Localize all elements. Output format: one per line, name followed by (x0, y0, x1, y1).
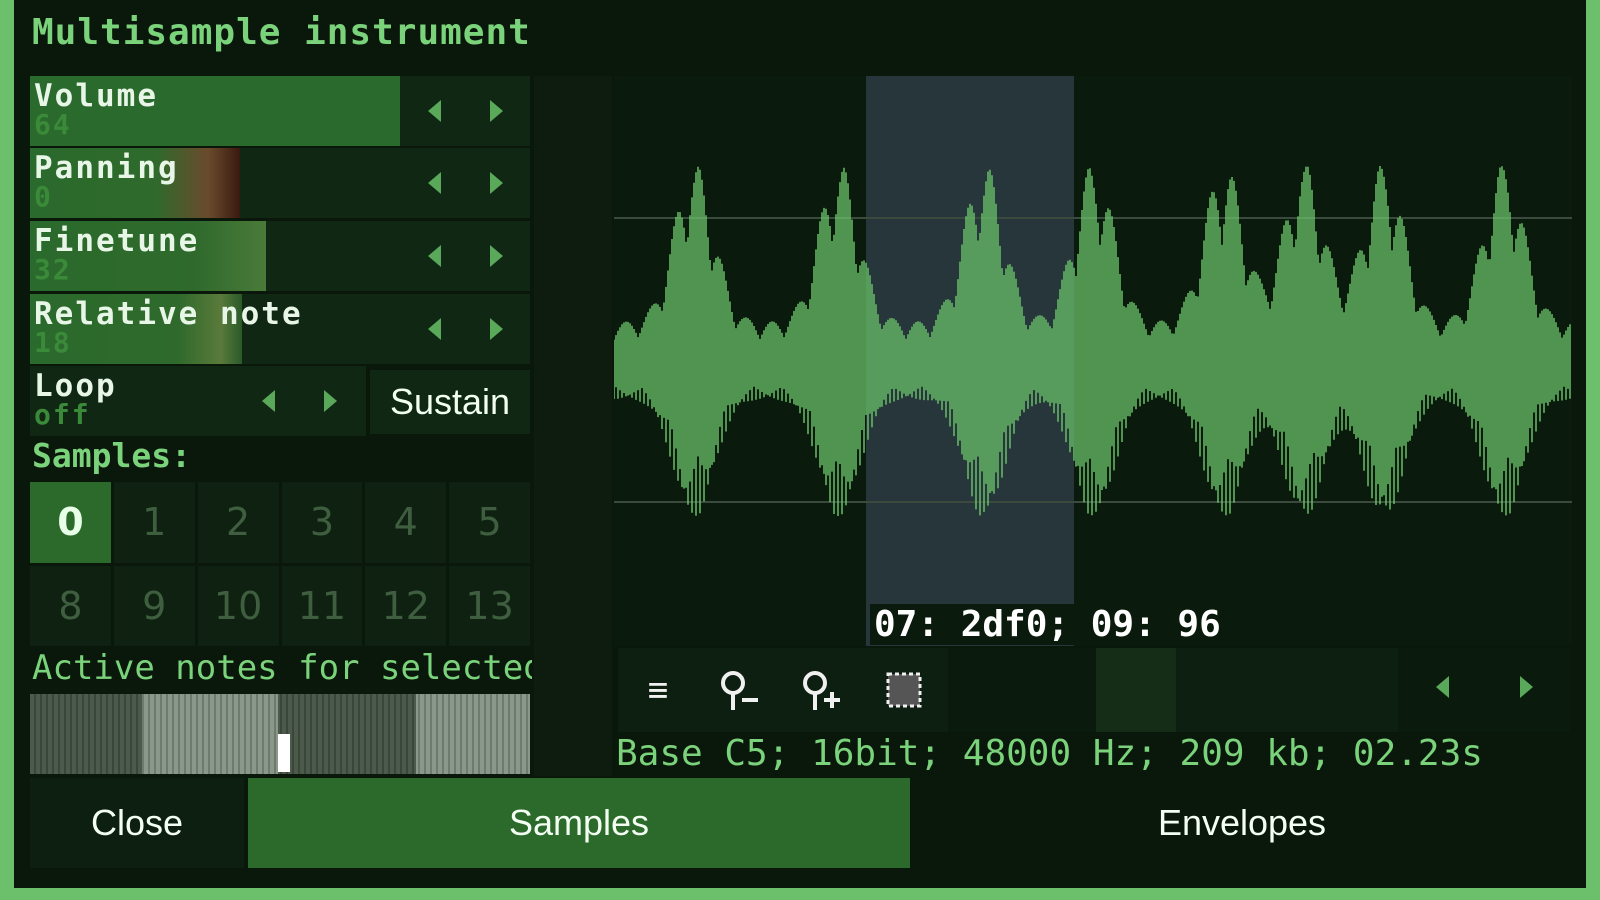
keyboard-cursor (278, 734, 290, 772)
zoom-in-icon[interactable] (794, 662, 850, 718)
finetune-value: 32 (34, 253, 72, 286)
zoom-out-icon[interactable] (712, 662, 768, 718)
tab-envelopes[interactable]: Envelopes (914, 778, 1570, 868)
samples-heading: Samples: (32, 436, 191, 475)
finetune-decrease-icon[interactable] (428, 245, 441, 267)
panning-control[interactable]: Panning 0 (30, 148, 530, 218)
bottom-tab-bar: Close Samples Envelopes (30, 778, 1570, 870)
scroll-right-icon[interactable] (1520, 676, 1533, 698)
samples-grid: 0 1 2 3 4 5 8 9 10 11 12 13 (30, 482, 530, 646)
sustain-button[interactable]: Sustain (370, 370, 530, 434)
sample-info-text: Base C5; 16bit; 48000 Hz; 209 kb; 02.23s (616, 733, 1483, 774)
loop-value: off (34, 398, 91, 431)
loop-increase-icon[interactable] (324, 390, 337, 412)
tab-samples[interactable]: Samples (248, 778, 910, 868)
relative-note-decrease-icon[interactable] (428, 318, 441, 340)
sample-slot-8[interactable]: 8 (30, 565, 111, 646)
volume-value: 64 (34, 108, 72, 141)
finetune-control[interactable]: Finetune 32 (30, 221, 530, 291)
panning-increase-icon[interactable] (490, 172, 503, 194)
scroll-thumb[interactable] (1096, 648, 1176, 732)
select-all-icon[interactable] (876, 662, 932, 718)
panning-decrease-icon[interactable] (428, 172, 441, 194)
sample-slot-5[interactable]: 5 (449, 482, 530, 563)
sample-slot-11[interactable]: 11 (281, 565, 363, 646)
panning-label: Panning (34, 150, 179, 186)
finetune-increase-icon[interactable] (490, 245, 503, 267)
waveform-toolbar: ≡ (618, 648, 1570, 732)
scroll-left-icon[interactable] (1436, 676, 1449, 698)
sample-slot-3[interactable]: 3 (281, 482, 363, 563)
relative-note-increase-icon[interactable] (490, 318, 503, 340)
loop-decrease-icon[interactable] (262, 390, 275, 412)
selection-position-text: 07: 2df0; 09: 96 (870, 604, 1225, 645)
instrument-window: Multisample instrument Volume 64 Panning… (0, 0, 1600, 900)
sample-slot-0[interactable]: 0 (30, 482, 111, 563)
relative-note-control[interactable]: Relative note 18 (30, 294, 530, 364)
panning-value: 0 (34, 180, 53, 213)
waveform-graphic (613, 76, 1572, 646)
scrollbar-column[interactable] (534, 76, 612, 776)
loop-control[interactable]: Loop off (30, 366, 366, 436)
sample-slot-1[interactable]: 1 (113, 482, 195, 563)
sample-slot-10[interactable]: 10 (197, 565, 279, 646)
volume-decrease-icon[interactable] (428, 100, 441, 122)
waveform-display[interactable] (613, 76, 1572, 646)
volume-increase-icon[interactable] (490, 100, 503, 122)
window-title: Multisample instrument (32, 12, 531, 53)
sample-slot-13[interactable]: 13 (449, 565, 530, 646)
sample-slot-12[interactable]: 12 (365, 565, 447, 646)
close-button[interactable]: Close (30, 778, 244, 868)
sample-slot-4[interactable]: 4 (365, 482, 447, 563)
active-notes-keyboard[interactable] (30, 694, 530, 774)
menu-icon[interactable]: ≡ (630, 662, 686, 718)
active-notes-heading: Active notes for selected (32, 648, 532, 688)
sample-slot-9[interactable]: 9 (113, 565, 195, 646)
relative-note-label: Relative note (34, 296, 303, 332)
sample-slot-2[interactable]: 2 (197, 482, 279, 563)
scroll-arrow-area (1398, 648, 1570, 732)
keyboard-graphic (30, 694, 530, 774)
volume-control[interactable]: Volume 64 (30, 76, 530, 146)
relative-note-value: 18 (34, 326, 72, 359)
